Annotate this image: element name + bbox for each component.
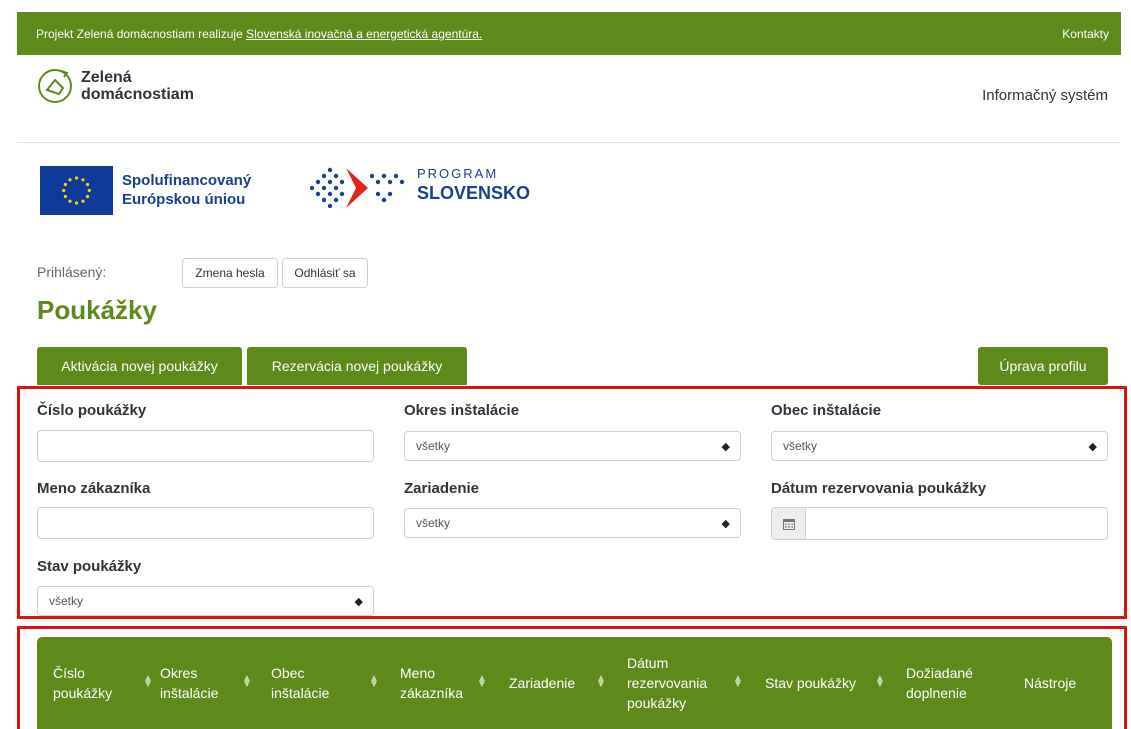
logged-in-label: Prihlásený: xyxy=(37,264,107,280)
column-reservation-date[interactable]: Dátum rezervovania poukážky xyxy=(627,645,707,721)
change-password-button[interactable]: Zmena hesla xyxy=(182,258,278,288)
contacts-link[interactable]: Kontakty xyxy=(1062,27,1109,41)
column-device[interactable]: Zariadenie xyxy=(509,673,575,693)
program-name: SLOVENSKO xyxy=(417,183,531,203)
top-bar: Projekt Zelená domácnostiam realizuje Sl… xyxy=(17,12,1121,55)
column-voucher-number[interactable]: Číslo poukážky xyxy=(53,663,112,703)
device-select[interactable]: všetky ◆ xyxy=(404,508,741,538)
reservation-date-field[interactable] xyxy=(771,507,1108,540)
municipality-select[interactable]: všetky ◆ xyxy=(771,431,1108,461)
customer-name-input[interactable] xyxy=(37,507,374,539)
select-arrows-icon: ◆ xyxy=(721,517,730,530)
calendar-icon[interactable] xyxy=(772,508,806,539)
house-leaf-icon xyxy=(38,69,72,103)
select-arrows-icon: ◆ xyxy=(354,595,363,608)
voucher-number-input[interactable] xyxy=(37,430,374,462)
column-customer-name[interactable]: Meno zákazníka xyxy=(400,663,463,703)
page-title: Poukážky xyxy=(37,295,157,325)
status-label: Stav poukážky xyxy=(37,558,142,575)
sort-icon[interactable]: ▲ ▼ xyxy=(875,674,885,690)
reservation-date-label: Dátum rezervovania poukážky xyxy=(771,480,987,497)
sort-icon[interactable]: ▲ ▼ xyxy=(369,674,379,690)
tab-activate-voucher[interactable]: Aktivácia novej poukážky xyxy=(37,347,242,385)
filter-panel-highlight xyxy=(17,386,1127,619)
program-label: PROGRAM xyxy=(417,166,499,181)
agency-link[interactable]: Slovenská inovačná a energetická agentúr… xyxy=(246,27,482,41)
project-notice: Projekt Zelená domácnostiam realizuje Sl… xyxy=(36,26,483,41)
select-arrows-icon: ◆ xyxy=(1088,440,1097,453)
status-select[interactable]: všetky ◆ xyxy=(37,586,374,616)
sort-icon[interactable]: ▲ ▼ xyxy=(596,674,606,690)
tab-reserve-voucher[interactable]: Rezervácia novej poukážky xyxy=(247,347,467,385)
column-tools: Nástroje xyxy=(1024,675,1077,691)
reservation-date-input[interactable] xyxy=(806,508,1107,539)
column-voucher-status[interactable]: Stav poukážky xyxy=(765,673,856,693)
device-label: Zariadenie xyxy=(404,480,480,497)
info-system-link[interactable]: Informačný systém xyxy=(982,87,1108,104)
site-header: Zelená domácnostiam Informačný systém xyxy=(17,55,1121,143)
customer-name-label: Meno zákazníka xyxy=(37,480,151,497)
column-municipality[interactable]: Obec inštalácie xyxy=(271,663,329,703)
logout-button[interactable]: Odhlásiť sa xyxy=(282,258,368,288)
eu-stars-icon xyxy=(62,176,91,205)
logo-text: Zelená domácnostiam xyxy=(81,69,194,103)
eu-cofinanced-text: Spolufinancovaný Európskou úniou xyxy=(122,172,252,208)
column-requested-supplement: Dožiadané doplnenie xyxy=(906,665,973,701)
sort-icon[interactable]: ▲ ▼ xyxy=(733,674,743,690)
district-label: Okres inštalácie xyxy=(404,402,520,419)
program-slovensko-mark-icon xyxy=(309,167,405,209)
voucher-number-label: Číslo poukážky xyxy=(37,402,147,419)
edit-profile-button[interactable]: Úprava profilu xyxy=(978,347,1108,385)
eu-flag-logo xyxy=(40,166,113,215)
select-arrows-icon: ◆ xyxy=(721,440,730,453)
sort-icon[interactable]: ▲ ▼ xyxy=(143,674,153,690)
municipality-label: Obec inštalácie xyxy=(771,402,882,419)
column-district[interactable]: Okres inštalácie xyxy=(160,663,218,703)
sort-icon[interactable]: ▲ ▼ xyxy=(242,674,252,690)
site-logo[interactable]: Zelená domácnostiam xyxy=(37,68,194,104)
sort-icon[interactable]: ▲ ▼ xyxy=(477,674,487,690)
district-select[interactable]: všetky ◆ xyxy=(404,431,741,461)
